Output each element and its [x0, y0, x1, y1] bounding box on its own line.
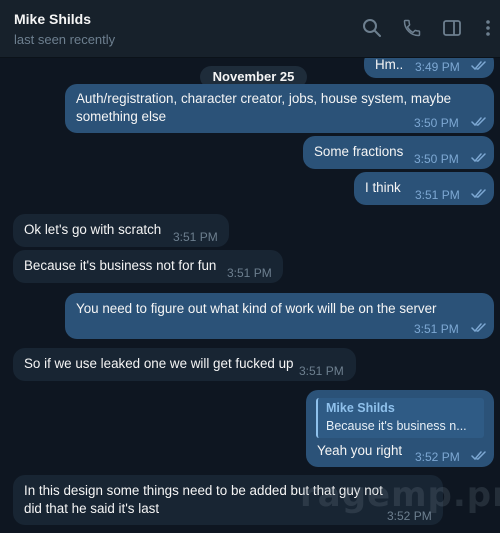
message-time: 3:50 PM: [414, 116, 459, 130]
double-check-icon: [471, 153, 486, 163]
phone-icon[interactable]: [401, 17, 423, 39]
message-time: 3:51 PM: [415, 188, 460, 202]
message-time: 3:50 PM: [414, 152, 459, 166]
message-time: 3:51 PM: [173, 230, 218, 244]
reply-author: Mike Shilds: [326, 401, 395, 415]
message-time: 3:52 PM: [415, 450, 460, 464]
message-text: Some fractions: [314, 144, 404, 159]
message-outgoing-reply[interactable]: Mike Shilds Because it's business n... Y…: [306, 390, 494, 467]
contact-name[interactable]: Mike Shilds: [14, 11, 91, 27]
chat-header: Mike Shilds last seen recently: [0, 0, 500, 58]
more-options-icon[interactable]: [477, 17, 499, 39]
message-text: So if we use leaked one we will get fuck…: [24, 356, 294, 371]
sidebar-toggle-icon[interactable]: [441, 17, 463, 39]
message-text: Ok let's go with scratch: [24, 222, 162, 237]
message-text: I think: [365, 180, 401, 195]
contact-status: last seen recently: [14, 32, 116, 47]
message-time: 3:49 PM: [415, 60, 460, 74]
message-time: 3:51 PM: [227, 266, 272, 280]
double-check-icon: [471, 61, 486, 71]
message-outgoing[interactable]: You need to figure out what kind of work…: [65, 293, 494, 339]
search-icon[interactable]: [361, 17, 383, 39]
message-text: Because it's business not for fun: [24, 258, 217, 273]
double-check-icon: [471, 451, 486, 461]
message-incoming[interactable]: So if we use leaked one we will get fuck…: [13, 348, 356, 381]
watermark: ragemp.pro: [300, 475, 500, 515]
double-check-icon: [471, 189, 486, 199]
reply-text: Because it's business n...: [326, 419, 467, 433]
double-check-icon: [471, 323, 486, 333]
message-outgoing[interactable]: Hm.. 3:49 PM: [364, 58, 494, 78]
message-text: Hm..: [375, 58, 404, 72]
message-outgoing[interactable]: Auth/registration, character creator, jo…: [65, 84, 494, 133]
message-text: You need to figure out what kind of work…: [76, 301, 437, 316]
message-outgoing[interactable]: Some fractions 3:50 PM: [303, 136, 494, 169]
message-time: 3:51 PM: [414, 322, 459, 336]
double-check-icon: [471, 117, 486, 127]
message-time: 3:51 PM: [299, 364, 344, 378]
reply-quote[interactable]: Mike Shilds Because it's business n...: [316, 398, 484, 438]
message-text: Yeah you right: [317, 443, 403, 458]
message-list[interactable]: Hm.. 3:49 PM November 25 Auth/registrati…: [0, 58, 500, 533]
message-incoming[interactable]: Because it's business not for fun 3:51 P…: [13, 250, 283, 283]
message-incoming[interactable]: Ok let's go with scratch 3:51 PM: [13, 214, 229, 247]
message-outgoing[interactable]: I think 3:51 PM: [354, 172, 494, 205]
